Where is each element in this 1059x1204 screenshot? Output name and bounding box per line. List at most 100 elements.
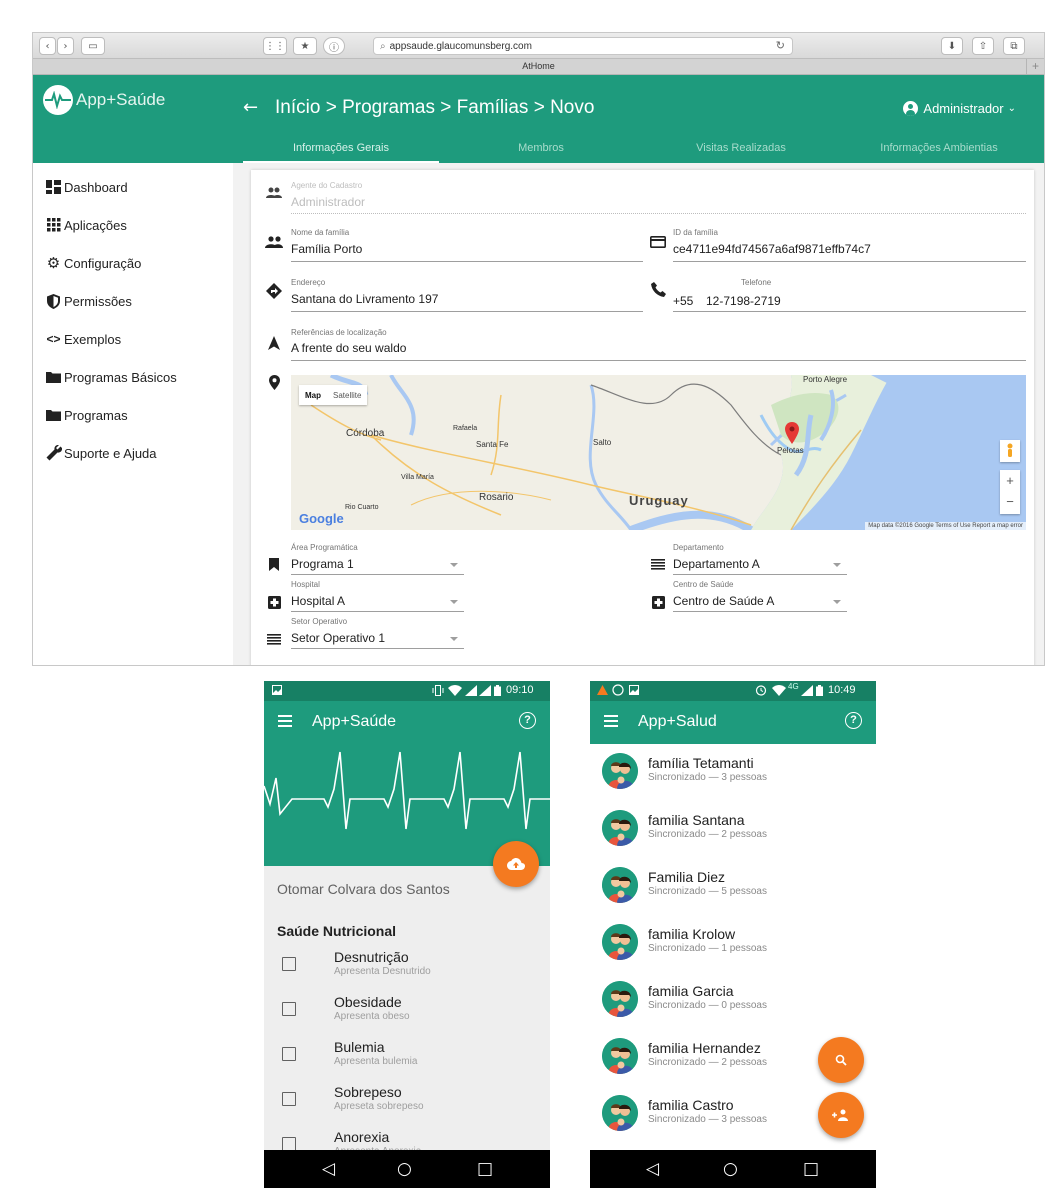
zoom-in-button[interactable]: + <box>1000 470 1020 491</box>
sidebar-item-dashboard[interactable]: Dashboard <box>45 177 128 197</box>
menu-icon[interactable] <box>604 715 618 727</box>
map-label: Porto Alegre <box>803 375 848 384</box>
app-bar: App+Salud ? <box>590 701 876 744</box>
telefone-field[interactable]: 12-7198-2719 <box>706 294 781 308</box>
family-status: Sincronizado — 1 pessoas <box>648 943 767 954</box>
home-circle-icon[interactable]: ○ <box>397 1159 412 1179</box>
logo-text: App+Saúde <box>76 90 166 109</box>
sidebar-item-configuracao[interactable]: ⚙ Configuração <box>45 253 142 273</box>
area-select[interactable]: Programa 1 <box>291 557 354 571</box>
download-button[interactable]: ⬇ <box>941 37 963 55</box>
back-triangle-icon[interactable]: ◁ <box>322 1159 335 1179</box>
sidebar-item-permissoes[interactable]: Permissões <box>45 291 132 311</box>
directions-icon <box>265 282 283 300</box>
hospital-cross-icon <box>265 593 283 611</box>
sidebar-item-label: Programas <box>64 407 128 423</box>
url-bar[interactable]: ⌕ appsaude.glaucomunsberg.com ↻ <box>373 37 793 55</box>
satellite-view-button[interactable]: Satellite <box>327 391 367 400</box>
family-list-item[interactable]: familia Krolow Sincronizado — 1 pessoas <box>602 924 872 964</box>
location-map[interactable]: Map Satellite Córdoba Rafaela Santa Fe S… <box>291 375 1026 530</box>
family-avatar-icon <box>602 810 638 846</box>
tabs-button[interactable]: ⧉ <box>1003 37 1025 55</box>
id-field[interactable]: ce4711e94fd74567a6af9871effb74c7 <box>673 242 871 256</box>
user-menu[interactable]: Administrador ⌄ <box>903 101 1016 116</box>
setor-label: Setor Operativo <box>291 617 348 626</box>
patient-name: Otomar Colvara dos Santos <box>277 881 450 897</box>
sidebar-toggle-button[interactable]: ▭ <box>81 37 105 55</box>
family-list-item[interactable]: familia Santana Sincronizado — 2 pessoas <box>602 810 872 850</box>
new-tab-button[interactable]: + <box>1026 59 1044 74</box>
user-avatar-icon <box>903 101 919 116</box>
checkbox[interactable] <box>282 957 296 971</box>
tab-visitas-realizadas[interactable]: Visitas Realizadas <box>643 137 839 163</box>
checkbox-title: Anorexia <box>334 1129 390 1145</box>
sidebar-item-programas[interactable]: Programas <box>45 405 128 425</box>
family-name: familia Garcia <box>648 983 734 999</box>
family-name: familia Krolow <box>648 926 736 942</box>
sidebar-item-programas-basicos[interactable]: Programas Básicos <box>45 367 177 387</box>
map-marker-icon[interactable] <box>785 422 799 444</box>
search-button[interactable] <box>818 1037 864 1083</box>
id-underline <box>673 261 1026 262</box>
app-logo[interactable]: App+Saúde <box>43 85 165 115</box>
info-icon[interactable]: ⓘ <box>323 37 345 55</box>
help-icon[interactable]: ? <box>519 712 536 729</box>
back-triangle-icon[interactable]: ◁ <box>646 1159 659 1179</box>
sidebar-item-label: Suporte e Ajuda <box>64 445 157 461</box>
family-status: Sincronizado — 3 pessoas <box>648 772 767 783</box>
family-list-item[interactable]: familia Garcia Sincronizado — 0 pessoas <box>602 981 872 1021</box>
checkbox[interactable] <box>282 1137 296 1151</box>
home-circle-icon[interactable]: ○ <box>723 1159 738 1179</box>
zoom-out-button[interactable]: − <box>1000 491 1020 512</box>
bookmark-button[interactable]: ★ <box>293 37 317 55</box>
battery-icon <box>816 685 823 696</box>
tab-informacoes-ambientias[interactable]: Informações Ambientias <box>839 137 1039 163</box>
back-arrow-icon[interactable]: ← <box>243 97 258 118</box>
back-nav-button[interactable]: ‹ <box>39 37 56 55</box>
checkbox[interactable] <box>282 1092 296 1106</box>
alarm-icon <box>755 684 767 696</box>
telefone-underline <box>673 311 1026 312</box>
street-view-pegman-icon[interactable] <box>1000 440 1020 462</box>
map-view-button[interactable]: Map <box>299 391 327 400</box>
recents-square-icon[interactable]: □ <box>803 1159 819 1179</box>
reload-icon[interactable]: ↻ <box>776 39 785 52</box>
recents-square-icon[interactable]: □ <box>477 1159 493 1179</box>
sidebar-item-exemplos[interactable]: <> Exemplos <box>45 329 121 349</box>
depto-select[interactable]: Departamento A <box>673 557 760 571</box>
sidebar-item-aplicacoes[interactable]: Aplicações <box>45 215 127 235</box>
depto-label: Departamento <box>673 543 724 552</box>
signal-icon <box>801 685 813 696</box>
id-card-icon <box>649 233 667 251</box>
wifi-icon <box>448 685 462 696</box>
family-form-card: Agente do Cadastro Administrador Nome da… <box>251 170 1034 665</box>
network-type: 4G <box>788 682 799 691</box>
family-list-item[interactable]: Familia Diez Sincronizado — 5 pessoas <box>602 867 872 907</box>
centro-select[interactable]: Centro de Saúde A <box>673 594 774 608</box>
tab-informacoes-gerais[interactable]: Informações Gerais <box>243 137 439 163</box>
family-list-item[interactable]: família Tetamanti Sincronizado — 3 pessoa… <box>602 753 872 793</box>
family-status: Sincronizado — 0 pessoas <box>648 1000 767 1011</box>
bookmark-icon <box>265 555 283 573</box>
area-dropdown-caret-icon <box>450 563 458 567</box>
help-icon[interactable]: ? <box>845 712 862 729</box>
map-label: Córdoba <box>346 428 385 439</box>
top-sites-button[interactable]: ⋮⋮ <box>263 37 287 55</box>
referencia-field[interactable]: A frente do seu waldo <box>291 341 406 355</box>
menu-icon[interactable] <box>278 715 292 727</box>
nome-field[interactable]: Família Porto <box>291 242 362 256</box>
tab-membros[interactable]: Membros <box>443 137 639 163</box>
setor-select[interactable]: Setor Operativo 1 <box>291 631 385 645</box>
upload-cloud-button[interactable] <box>493 841 539 887</box>
forward-nav-button[interactable]: › <box>57 37 74 55</box>
add-family-button[interactable] <box>818 1092 864 1138</box>
map-label: Rosario <box>479 492 514 503</box>
endereco-field[interactable]: Santana do Livramento 197 <box>291 292 438 306</box>
sidebar-item-suporte[interactable]: Suporte e Ajuda <box>45 443 157 463</box>
checkbox[interactable] <box>282 1047 296 1061</box>
nome-label: Nome da família <box>291 228 350 237</box>
browser-tab[interactable]: AtHome <box>522 61 555 71</box>
checkbox[interactable] <box>282 1002 296 1016</box>
hospital-select[interactable]: Hospital A <box>291 594 345 608</box>
share-button[interactable]: ⇧ <box>972 37 994 55</box>
